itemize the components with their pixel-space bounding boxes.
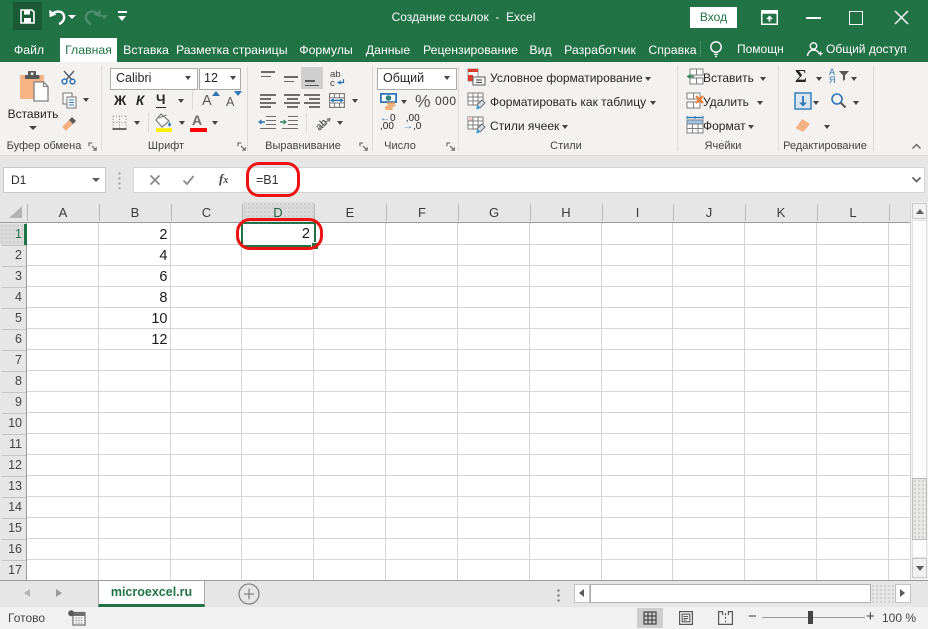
svg-text:c: c: [330, 78, 335, 87]
